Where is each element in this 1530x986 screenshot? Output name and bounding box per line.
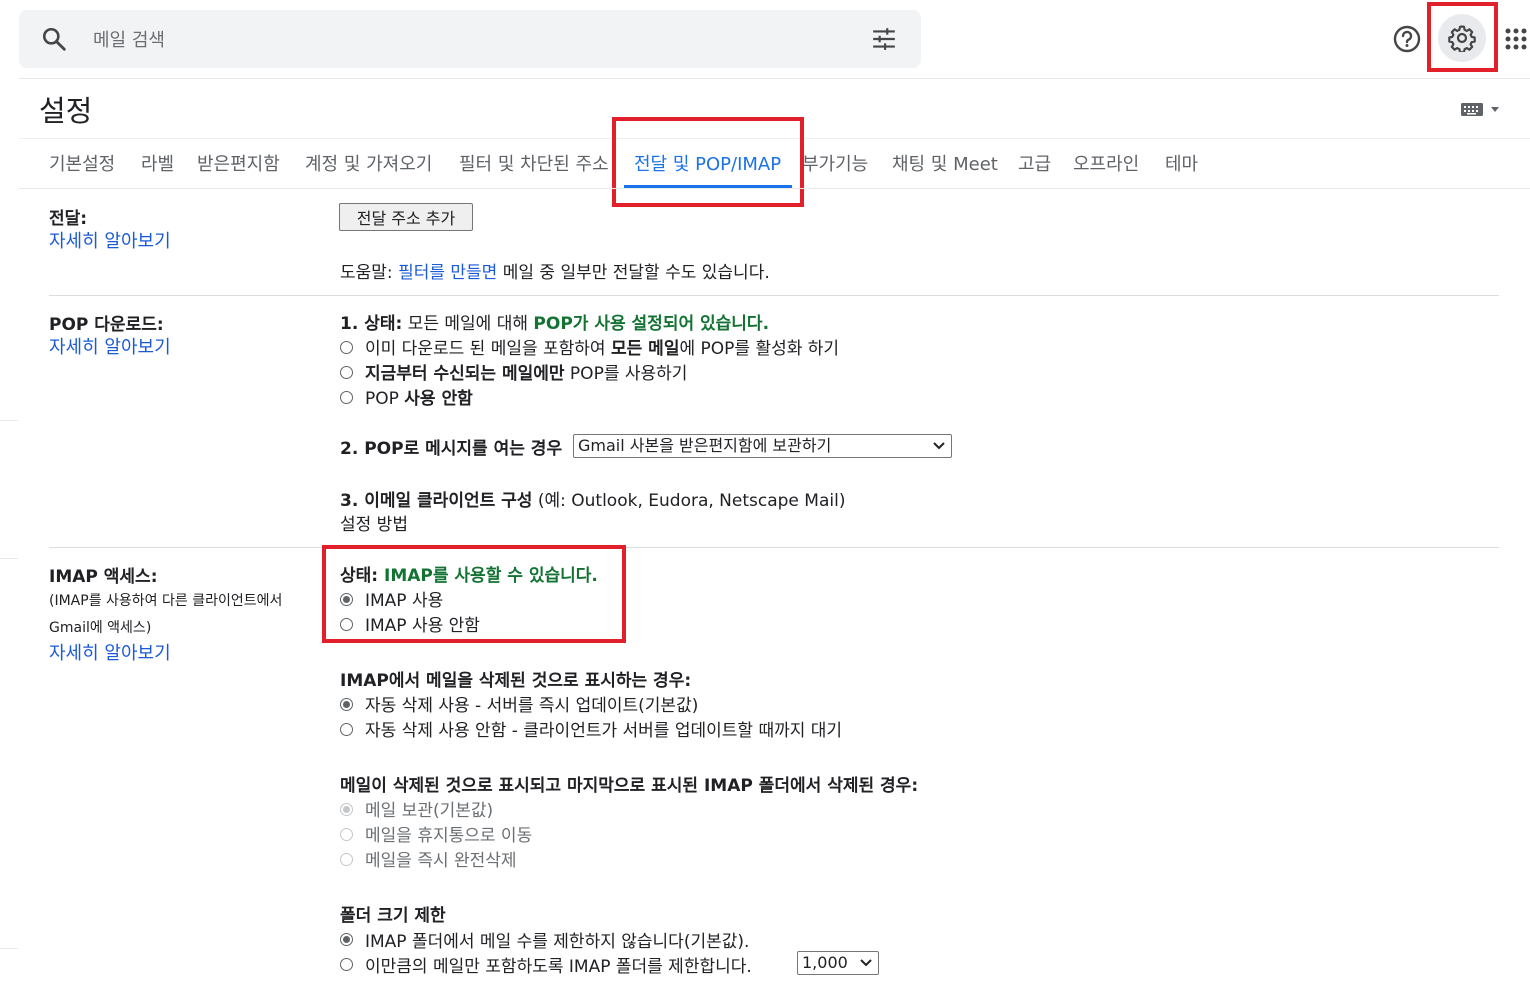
no-folder-limit-option: IMAP 폴더에서 메일 수를 제한하지 않습니다(기본값). xyxy=(365,932,750,952)
tab-labels[interactable]: 라벨 xyxy=(141,150,174,176)
chevron-down-icon xyxy=(860,959,872,967)
folder-limit-select[interactable]: 1,000 xyxy=(797,951,879,975)
imap-access-label: IMAP 액세스: xyxy=(49,567,158,587)
pop-from-now-option: 지금부터 수신되는 메일에만 POP를 사용하기 xyxy=(365,364,688,384)
section-divider xyxy=(49,295,1499,296)
tab-themes[interactable]: 테마 xyxy=(1165,150,1198,176)
pop-setup-instructions-link[interactable]: 설정 방법 xyxy=(340,510,408,535)
tab-filters-blocked[interactable]: 필터 및 차단된 주소 xyxy=(459,150,609,176)
imap-expunge-heading: 메일이 삭제된 것으로 표시되고 마지막으로 표시된 IMAP 폴더에서 삭제된… xyxy=(340,776,919,796)
pop-from-now-radio[interactable] xyxy=(340,366,353,379)
pop-action-select[interactable]: Gmail 사본을 받은편지함에 보관하기 xyxy=(573,434,952,458)
search-bar[interactable] xyxy=(19,10,921,68)
apps-grid-icon[interactable] xyxy=(1505,28,1527,50)
left-panel-edge xyxy=(0,420,18,421)
keyboard-input-icon[interactable] xyxy=(1460,100,1504,120)
tab-inbox[interactable]: 받은편지함 xyxy=(197,150,280,176)
folder-size-heading: 폴더 크기 제한 xyxy=(340,906,446,926)
move-to-trash-radio[interactable] xyxy=(340,828,353,841)
create-filter-link[interactable]: 필터를 만들면 xyxy=(398,263,497,283)
pop-all-mail-radio[interactable] xyxy=(340,341,353,354)
page-title: 설정 xyxy=(39,94,93,128)
forwarding-tip: 도움말: 필터를 만들면 메일 중 일부만 전달할 수도 있습니다. xyxy=(340,263,770,283)
no-folder-limit-radio[interactable] xyxy=(340,933,353,946)
pop-client-config: 3. 이메일 클라이언트 구성 (예: Outlook, Eudora, Net… xyxy=(340,491,846,511)
delete-forever-option: 메일을 즉시 완전삭제 xyxy=(365,851,517,871)
tab-general[interactable]: 기본설정 xyxy=(49,150,115,176)
tab-chat-meet[interactable]: 채팅 및 Meet xyxy=(892,150,998,176)
auto-expunge-on-option: 자동 삭제 사용 - 서버를 즉시 업데이트(기본값) xyxy=(365,696,699,716)
title-divider xyxy=(19,138,1530,139)
imap-status: 상태: IMAP를 사용할 수 있습니다. xyxy=(340,566,598,586)
section-divider xyxy=(49,547,1499,548)
imap-description-line1: (IMAP를 사용하여 다른 클라이언트에서 xyxy=(49,593,283,609)
tab-advanced[interactable]: 고급 xyxy=(1018,150,1051,176)
auto-expunge-on-radio[interactable] xyxy=(340,698,353,711)
tab-forwarding-pop-imap[interactable]: 전달 및 POP/IMAP xyxy=(634,150,781,176)
pop-download-label: POP 다운로드: xyxy=(49,315,164,335)
imap-disable-option: IMAP 사용 안함 xyxy=(365,616,480,636)
tab-offline[interactable]: 오프라인 xyxy=(1073,150,1139,176)
add-forwarding-address-button[interactable]: 전달 주소 추가 xyxy=(339,203,473,231)
search-input[interactable] xyxy=(91,22,815,58)
header-divider xyxy=(19,78,1530,79)
delete-forever-radio[interactable] xyxy=(340,853,353,866)
settings-button[interactable] xyxy=(1438,14,1486,62)
forwarding-label: 전달: xyxy=(49,209,88,229)
imap-description-line2: Gmail에 액세스) xyxy=(49,620,152,636)
folder-limit-radio[interactable] xyxy=(340,958,353,971)
left-panel-edge xyxy=(0,948,18,949)
folder-limit-option: 이만큼의 메일만 포함하도록 IMAP 폴더를 제한합니다. xyxy=(365,957,752,977)
forwarding-learn-more-link[interactable]: 자세히 알아보기 xyxy=(49,227,171,253)
imap-learn-more-link[interactable]: 자세히 알아보기 xyxy=(49,639,171,665)
search-options-icon[interactable] xyxy=(871,26,897,52)
pop-learn-more-link[interactable]: 자세히 알아보기 xyxy=(49,333,171,359)
pop-disable-radio[interactable] xyxy=(340,391,353,404)
imap-disable-radio[interactable] xyxy=(340,618,353,631)
archive-message-radio[interactable] xyxy=(340,803,353,816)
chevron-down-icon xyxy=(933,442,945,450)
imap-enable-radio[interactable] xyxy=(340,593,353,606)
imap-enable-option: IMAP 사용 xyxy=(365,591,444,611)
help-icon[interactable] xyxy=(1392,24,1422,54)
archive-message-option: 메일 보관(기본값) xyxy=(365,801,494,821)
auto-expunge-off-radio[interactable] xyxy=(340,723,353,736)
auto-expunge-off-option: 자동 삭제 사용 안함 - 클라이언트가 서버를 업데이트할 때까지 대기 xyxy=(365,721,843,741)
tab-addons[interactable]: 부가기능 xyxy=(802,150,868,176)
pop-all-mail-option: 이미 다운로드 된 메일을 포함하여 모든 메일에 POP를 활성화 하기 xyxy=(365,339,840,359)
move-to-trash-option: 메일을 휴지통으로 이동 xyxy=(365,826,533,846)
pop-status: 1. 상태: 모든 메일에 대해 POP가 사용 설정되어 있습니다. xyxy=(340,314,770,334)
tab-accounts-import[interactable]: 계정 및 가져오기 xyxy=(305,150,432,176)
pop-when-accessed-label: 2. POP로 메시지를 여는 경우 xyxy=(340,439,563,459)
imap-delete-heading: IMAP에서 메일을 삭제된 것으로 표시하는 경우: xyxy=(340,671,692,691)
left-panel-edge xyxy=(0,558,18,559)
pop-disable-option: POP 사용 안함 xyxy=(365,389,473,409)
gear-icon xyxy=(1448,25,1476,52)
search-icon[interactable] xyxy=(41,26,67,52)
tabs-divider xyxy=(19,188,1530,189)
